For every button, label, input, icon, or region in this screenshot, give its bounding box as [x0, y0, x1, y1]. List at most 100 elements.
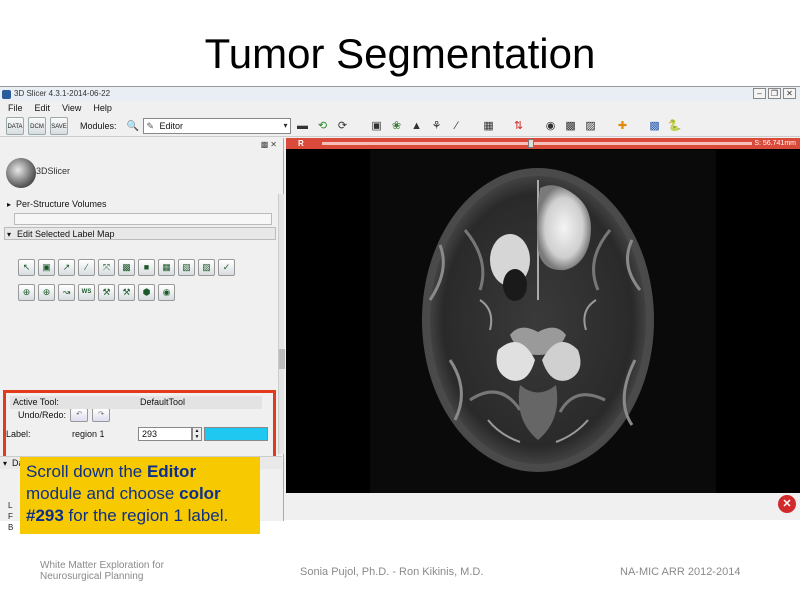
main-toolbar: DATA DCM SAVE Modules: 🔍 ✎ Editor ▾ ▬ ⟲ … — [0, 115, 800, 137]
per-structure-box — [14, 213, 272, 225]
instruction-callout: Scroll down the Editor module and choose… — [20, 457, 260, 534]
menu-edit[interactable]: Edit — [35, 101, 51, 115]
module-selected: Editor — [159, 120, 184, 131]
editor-tools-row1: ↖ ▣ ↗ ∕ ⤧ ▩ ■ ▦ ▧ ▨ ✓ — [18, 259, 235, 276]
per-structure-header[interactable]: ▸ Per-Structure Volumes — [4, 198, 276, 211]
panel-dock-controls[interactable]: ▩✕ — [261, 140, 279, 149]
red-slice-viewer[interactable]: R S: 56.741mm — [286, 138, 800, 493]
probe-letters: L F B — [8, 500, 13, 533]
erode-button[interactable]: ⊕ — [18, 284, 35, 301]
close-icon[interactable]: ✕ — [778, 495, 796, 513]
scene-restore-icon[interactable]: ▨ — [583, 118, 599, 134]
collapse-triangle-icon: ▾ — [7, 230, 12, 239]
window-title: 3D Slicer 4.3.1-2014-06-22 — [14, 89, 111, 98]
edit-label-map-header[interactable]: ▾ Edit Selected Label Map — [4, 227, 276, 240]
brain-icon[interactable]: ❀ — [389, 118, 405, 134]
footer-center: Sonia Pujol, Ph.D. - Ron Kikinis, M.D. — [300, 566, 484, 578]
probe-letter-l: L — [8, 501, 13, 510]
watershed-button[interactable]: WS — [78, 284, 95, 301]
slicer-app-icon — [2, 90, 11, 99]
models-icon[interactable]: ▲ — [409, 118, 425, 134]
panel-scrollbar-thumb[interactable] — [279, 349, 285, 369]
slicer-logo-text: 3DSlicer — [36, 166, 71, 176]
per-structure-section[interactable]: ▸ Per-Structure Volumes — [4, 198, 276, 225]
footer-right: NA-MIC ARR 2012-2014 — [620, 566, 741, 578]
paint-tool-button[interactable]: ↗ — [58, 259, 75, 276]
slide-title: Tumor Segmentation — [204, 30, 596, 77]
load-data-button[interactable]: DATA — [6, 116, 24, 135]
pencil-icon: ✎ — [146, 120, 155, 131]
mouse-mode-icon[interactable]: ⇅ — [511, 118, 527, 134]
extension-manager-icon[interactable]: ▩ — [647, 118, 663, 134]
forward-arrow-icon[interactable]: ⟳ — [335, 118, 351, 134]
window-titlebar: 3D Slicer 4.3.1-2014-06-22 – ❐ ✕ — [0, 87, 800, 101]
menubar: File Edit View Help — [0, 101, 800, 115]
collapse-triangle-icon: ▾ — [3, 459, 8, 468]
draw-tool-button[interactable]: ∕ — [78, 259, 95, 276]
highlight-annotation — [3, 390, 276, 460]
footer-left-line2: Neurosurgical Planning — [40, 571, 144, 582]
search-icon[interactable]: 🔍 — [127, 120, 139, 134]
panel-scrollbar[interactable] — [278, 194, 285, 454]
save-island-button[interactable]: ▨ — [198, 259, 215, 276]
back-arrow-icon[interactable]: ⟲ — [315, 118, 331, 134]
layout-icon[interactable]: ▦ — [481, 118, 497, 134]
label-opacity-button[interactable]: ◉ — [158, 284, 175, 301]
slice-offset-readout: S: 56.741mm — [754, 140, 796, 147]
python-icon[interactable]: 🐍 — [667, 118, 683, 134]
modules-label: Modules: — [80, 120, 117, 131]
wand-effect-button[interactable]: ⚒ — [118, 284, 135, 301]
footer-left: White Matter Exploration for Neurosurgic… — [40, 560, 164, 582]
slice-offset-knob[interactable] — [528, 139, 534, 148]
menu-help[interactable]: Help — [93, 101, 112, 115]
change-label-button[interactable]: ▣ — [38, 259, 55, 276]
screenshot-icon[interactable]: ◉ — [543, 118, 559, 134]
probe-letter-b: B — [8, 523, 14, 532]
modules-select[interactable]: 🔍 ✎ Editor ▾ — [127, 117, 291, 134]
fast-marching-button[interactable]: ⚒ — [98, 284, 115, 301]
callout-bold-editor: Editor — [146, 462, 197, 481]
per-structure-label: Per-Structure Volumes — [16, 199, 107, 209]
brain-mri-image — [422, 168, 654, 472]
cube-icon[interactable]: ▣ — [369, 118, 385, 134]
transforms-icon[interactable]: ⚘ — [429, 118, 445, 134]
minimize-button[interactable]: – — [753, 88, 766, 99]
menu-file[interactable]: File — [8, 101, 23, 115]
identify-islands-button[interactable]: ■ — [138, 259, 155, 276]
save-button[interactable]: SAVE — [50, 116, 68, 135]
callout-text-3: for the region 1 label. — [63, 506, 229, 525]
callout-text-1: Scroll down the — [26, 462, 147, 481]
scene-view-icon[interactable]: ▩ — [563, 118, 579, 134]
module-history-icon[interactable]: ▬ — [295, 118, 311, 134]
footer-left-line1: White Matter Exploration for — [40, 560, 164, 571]
editor-icon[interactable]: ∕ — [449, 118, 465, 134]
callout-text-2: module and choose — [26, 484, 180, 503]
edit-label-map-section[interactable]: ▾ Edit Selected Label Map — [4, 227, 276, 240]
slicer-logo: 3DSlicer — [6, 156, 76, 196]
chevron-down-icon: ▾ — [283, 120, 288, 130]
change-island-button[interactable]: ▦ — [158, 259, 175, 276]
dilate-button[interactable]: ⊕ — [38, 284, 55, 301]
slice-controller-bar: R S: 56.741mm — [286, 138, 800, 149]
maximize-button[interactable]: ❐ — [768, 88, 781, 99]
make-model-button[interactable]: ⬢ — [138, 284, 155, 301]
grow-cut-button[interactable]: ↝ — [58, 284, 75, 301]
level-tracing-button[interactable]: ⤧ — [98, 259, 115, 276]
slicer-window: 3D Slicer 4.3.1-2014-06-22 – ❐ ✕ File Ed… — [0, 86, 800, 532]
dicom-button[interactable]: DCM — [28, 116, 46, 135]
expand-triangle-icon: ▸ — [7, 200, 12, 209]
axial-brain-image[interactable] — [370, 150, 716, 493]
probe-letter-f: F — [8, 512, 13, 521]
rectangle-tool-button[interactable]: ▩ — [118, 259, 135, 276]
slicer-logo-icon — [6, 158, 36, 188]
slice-offset-slider[interactable] — [322, 142, 752, 145]
crosshair-icon[interactable]: ✚ — [615, 118, 631, 134]
slice-view-name: R — [298, 139, 304, 148]
edit-label-map-label: Edit Selected Label Map — [17, 229, 115, 239]
editor-tools-row2: ⊕ ⊕ ↝ WS ⚒ ⚒ ⬢ ◉ — [18, 284, 175, 301]
threshold-button[interactable]: ✓ — [218, 259, 235, 276]
default-tool-button[interactable]: ↖ — [18, 259, 35, 276]
remove-islands-button[interactable]: ▧ — [178, 259, 195, 276]
close-button[interactable]: ✕ — [783, 88, 796, 99]
menu-view[interactable]: View — [62, 101, 81, 115]
